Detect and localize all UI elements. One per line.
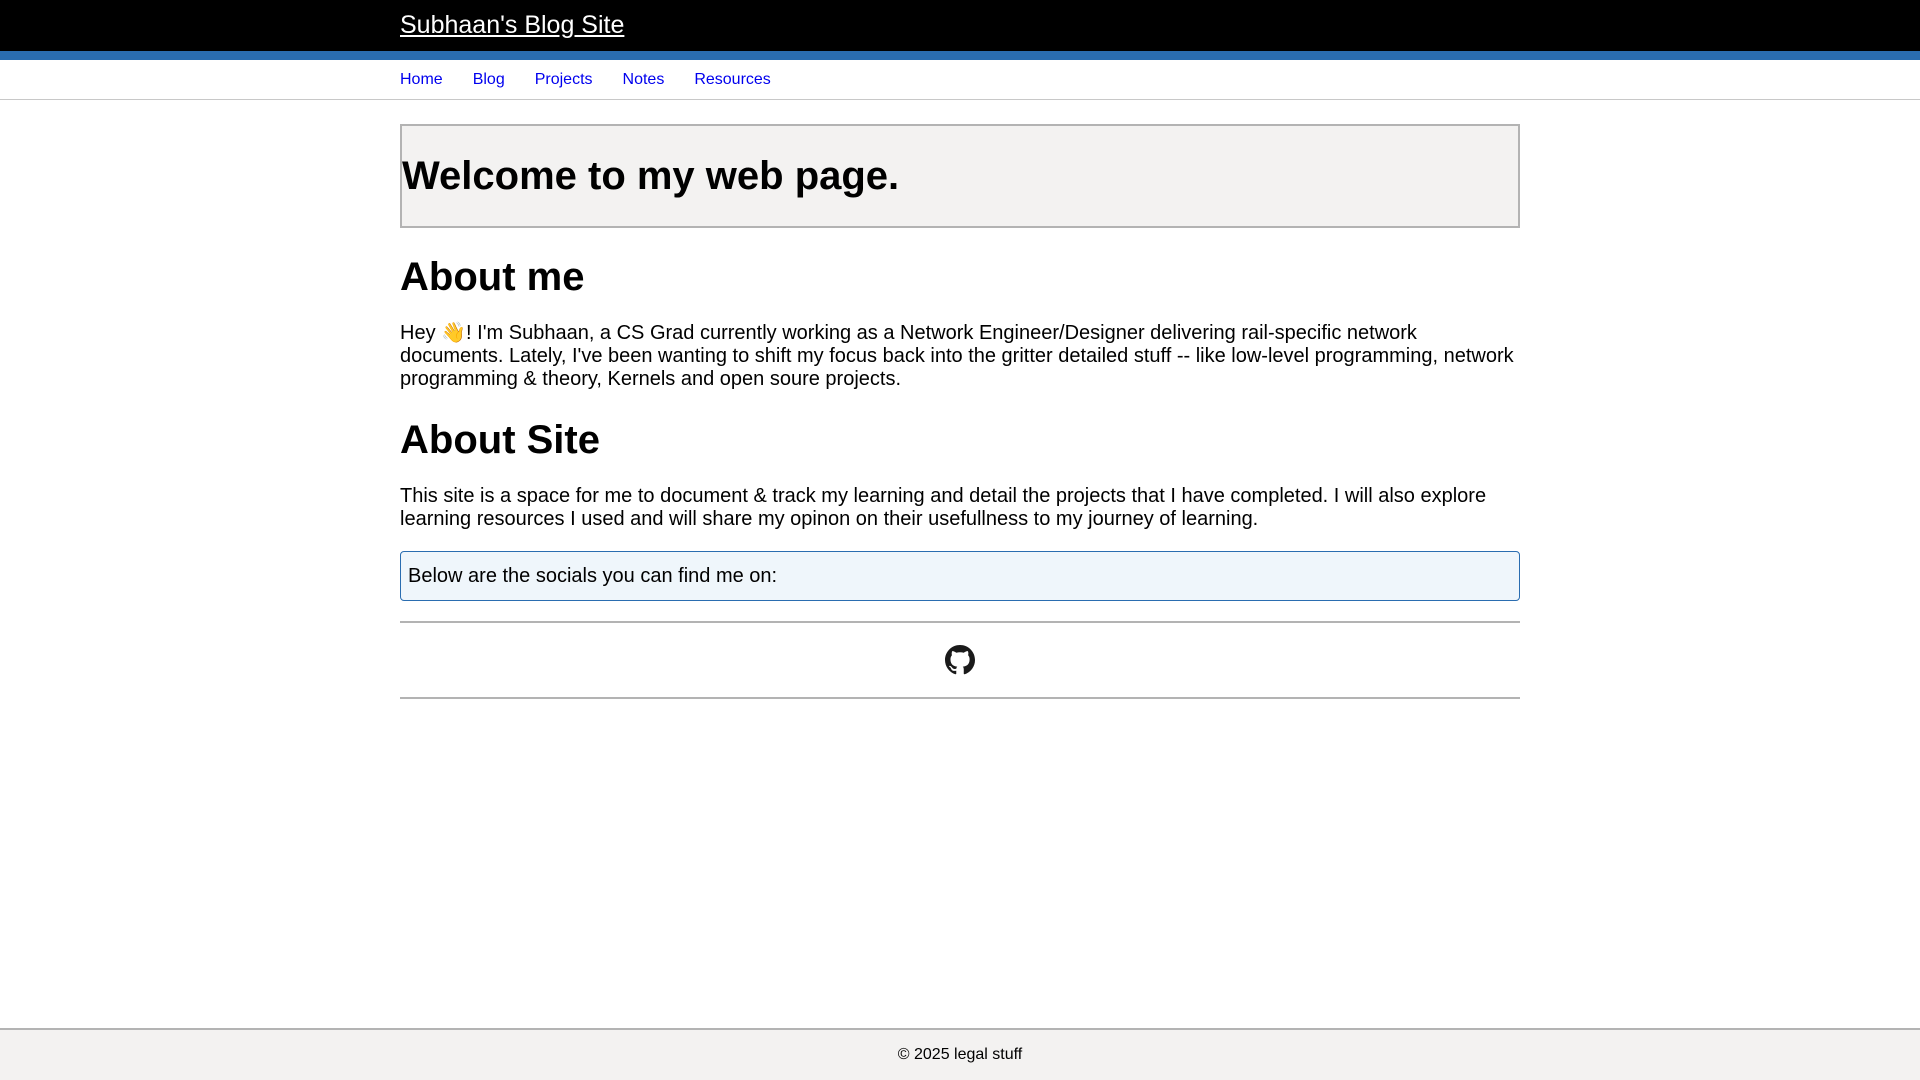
nav-item-home: Home [400, 71, 443, 89]
waving-hand-icon: 👋 [441, 322, 467, 344]
nav-item-notes: Notes [623, 71, 665, 89]
nav-link-resources[interactable]: Resources [694, 71, 770, 88]
site-header: Subhaan's Blog Site [0, 0, 1920, 60]
about-site-text: This site is a space for me to document … [400, 485, 1487, 530]
nav-link-home[interactable]: Home [400, 71, 443, 88]
site-footer: © 2025 legal stuff [0, 1028, 1920, 1080]
nav-item-blog: Blog [473, 71, 505, 89]
welcome-title: Welcome to my web page. [402, 154, 900, 198]
nav-link-notes[interactable]: Notes [623, 71, 665, 88]
socials-callout: Below are the socials you can find me on… [400, 551, 1520, 601]
socials-intro-text: Below are the socials you can find me on… [408, 564, 778, 587]
welcome-banner: Welcome to my web page. [400, 124, 1520, 228]
nav-list: Home Blog Projects Notes Resources [400, 71, 771, 89]
about-me-text: Hey 👋! I'm Subhaan, a CS Grad currently … [400, 322, 1520, 391]
about-me-text-rest: ! I'm Subhaan, a CS Grad currently worki… [400, 322, 1514, 390]
site-title-link[interactable]: Subhaan's Blog Site [400, 10, 624, 40]
github-icon[interactable] [945, 645, 975, 675]
footer-text: © 2025 legal stuff [897, 1046, 1023, 1063]
main-content: Welcome to my web page. About me Hey 👋! … [400, 124, 1520, 699]
nav-link-projects[interactable]: Projects [535, 71, 593, 88]
about-site-heading: About Site [400, 418, 600, 462]
about-me-text-start: Hey [400, 322, 442, 344]
main-nav: Home Blog Projects Notes Resources [0, 60, 1920, 100]
about-me-heading: About me [400, 255, 585, 299]
socials-row [400, 621, 1520, 699]
nav-item-resources: Resources [694, 71, 770, 89]
nav-item-projects: Projects [535, 71, 593, 89]
nav-link-blog[interactable]: Blog [473, 71, 505, 88]
